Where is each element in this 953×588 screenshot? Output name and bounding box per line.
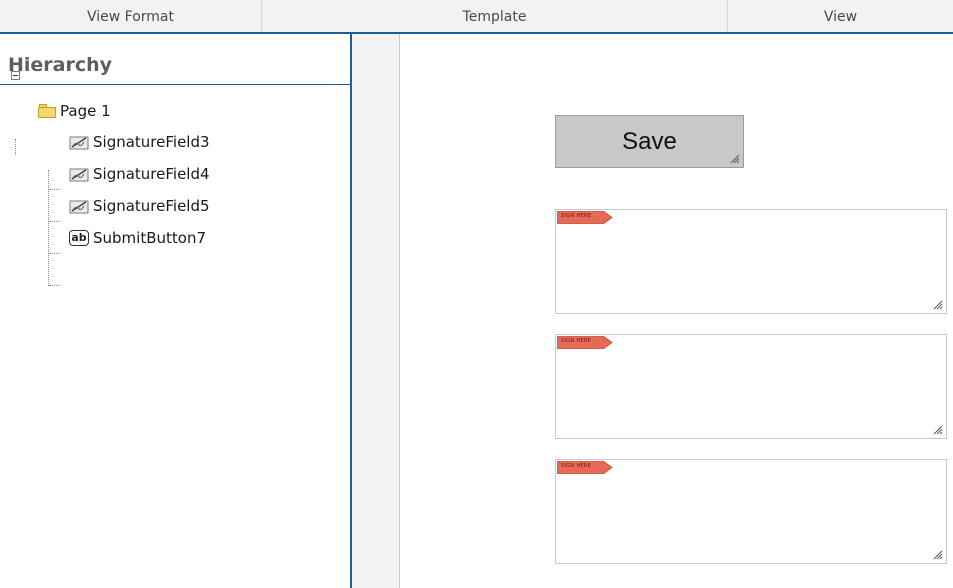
tree-node-page-1[interactable]: Page 1 — [38, 98, 111, 124]
tree-connector — [15, 139, 16, 155]
tree-node-signaturefield3[interactable]: SignatureField3 — [69, 129, 210, 155]
resize-grip-icon[interactable] — [730, 154, 740, 164]
tree-connector — [49, 253, 59, 254]
canvas-gutter — [352, 34, 400, 588]
signature-field-icon — [69, 166, 89, 182]
button-ab-icon: ab — [69, 230, 89, 246]
tree-node-label: SignatureField3 — [93, 133, 210, 151]
signature-field-5[interactable]: SIGN HERE — [555, 459, 947, 564]
tree-node-label: SubmitButton7 — [93, 229, 206, 247]
signature-field-icon — [69, 198, 89, 214]
tab-view[interactable]: View — [728, 0, 953, 32]
design-canvas: Save SIGN HERE SIGN HERE SIGN HERE — [400, 34, 953, 588]
tree-node-submitbutton7[interactable]: ab SubmitButton7 — [69, 225, 206, 251]
sign-here-label: SIGN HERE — [561, 463, 592, 469]
tree-node-signaturefield5[interactable]: SignatureField5 — [69, 193, 210, 219]
tab-template[interactable]: Template — [262, 0, 728, 32]
save-button[interactable]: Save — [555, 115, 744, 168]
tree-connector — [49, 285, 59, 286]
save-button-label: Save — [622, 127, 677, 155]
tree-node-label: SignatureField4 — [93, 165, 210, 183]
tree-node-label: Page 1 — [60, 102, 111, 120]
signature-field-4[interactable]: SIGN HERE — [555, 334, 947, 439]
resize-grip-icon[interactable] — [933, 550, 943, 560]
folder-icon — [38, 104, 56, 118]
tree-node-label: SignatureField5 — [93, 197, 210, 215]
hierarchy-title: Hierarchy — [0, 34, 350, 85]
tree-connector — [49, 189, 59, 190]
tree-collapse-toggle[interactable] — [11, 71, 20, 80]
signature-field-icon — [69, 134, 89, 150]
resize-grip-icon[interactable] — [933, 300, 943, 310]
tree-connector — [48, 170, 49, 286]
resize-grip-icon[interactable] — [933, 425, 943, 435]
signature-field-3[interactable]: SIGN HERE — [555, 209, 947, 314]
tab-view-format[interactable]: View Format — [0, 0, 262, 32]
tree-node-signaturefield4[interactable]: SignatureField4 — [69, 161, 210, 187]
sign-here-label: SIGN HERE — [561, 338, 592, 344]
top-tab-bar: View Format Template View — [0, 0, 953, 33]
tree-connector — [49, 221, 59, 222]
sign-here-label: SIGN HERE — [561, 213, 592, 219]
